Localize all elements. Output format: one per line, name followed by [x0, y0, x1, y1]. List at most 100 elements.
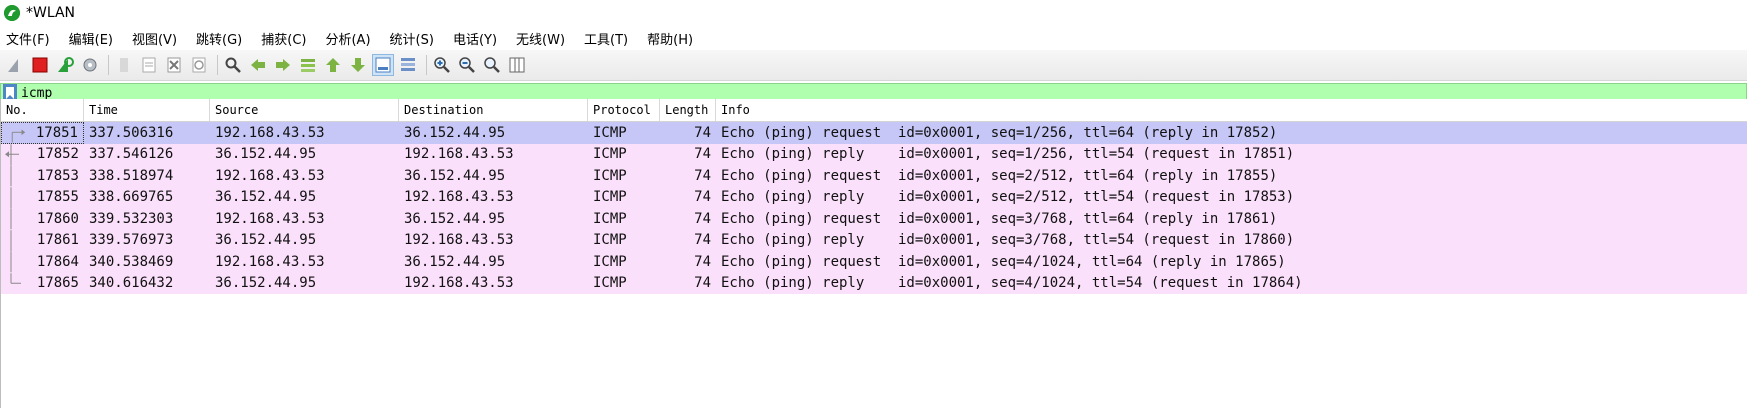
packet-source: 192.168.43.53: [215, 124, 325, 141]
packet-protocol: ICMP: [593, 124, 627, 141]
zoom-out-icon[interactable]: [456, 54, 478, 76]
menu-item-0[interactable]: 文件(F): [4, 27, 52, 50]
packet-protocol: ICMP: [593, 275, 627, 292]
column-header-time[interactable]: Time: [84, 99, 210, 121]
packet-row[interactable]: 17861 339.576973 36.152.44.95 192.168.43.53…: [1, 229, 1747, 251]
stop-capture-icon[interactable]: [29, 54, 51, 76]
normal-size-icon[interactable]: [481, 54, 503, 76]
menu-item-7[interactable]: 电话(Y): [451, 27, 499, 50]
packet-source: 192.168.43.53: [215, 210, 325, 227]
packet-list-rows: 17851 337.506316 192.168.43.53 36.152.44.95…: [1, 122, 1747, 294]
packet-number-text: 17861: [36, 232, 79, 249]
packet-row[interactable]: 17865 340.616432 36.152.44.95 192.168.43.53…: [1, 272, 1747, 295]
menu-item-1[interactable]: 编辑(E): [67, 27, 115, 50]
packet-protocol: ICMP: [593, 167, 627, 184]
capture-options-icon[interactable]: [79, 54, 101, 76]
close-file-icon[interactable]: [163, 54, 185, 76]
packet-time: 340.616432: [89, 275, 174, 292]
packet-info: Echo (ping) request id=0x0001, seq=2/512…: [721, 167, 1278, 184]
packet-destination: 36.152.44.95: [404, 124, 506, 141]
autoscroll-icon[interactable]: [372, 54, 394, 76]
packet-list[interactable]: No. Time Source Destination Protocol Length In…: [0, 99, 1747, 408]
packet-number: 17860: [1, 208, 84, 230]
packet-source: 36.152.44.95: [215, 146, 317, 163]
packet-length: 74: [694, 210, 711, 227]
column-header-destination[interactable]: Destination: [399, 99, 588, 121]
window-title: *WLAN: [26, 5, 76, 21]
column-header-protocol[interactable]: Protocol: [588, 99, 660, 121]
packet-time: 337.506316: [89, 124, 174, 141]
packet-info: Echo (ping) request id=0x0001, seq=1/256…: [721, 124, 1278, 141]
colorize-icon[interactable]: [397, 54, 419, 76]
main-toolbar: [0, 50, 1747, 81]
packet-destination: 192.168.43.53: [404, 146, 514, 163]
column-header-no[interactable]: No.: [1, 99, 84, 121]
resize-columns-icon[interactable]: [506, 54, 528, 76]
packet-destination: 192.168.43.53: [404, 275, 514, 292]
restart-capture-icon[interactable]: [54, 54, 76, 76]
packet-length: 74: [694, 167, 711, 184]
packet-source: 192.168.43.53: [215, 253, 325, 270]
packet-number: 17865: [1, 272, 84, 295]
zoom-in-icon[interactable]: [431, 54, 453, 76]
packet-row[interactable]: 17852 337.546126 36.152.44.95 192.168.43.53…: [1, 143, 1747, 166]
menu-item-6[interactable]: 统计(S): [388, 27, 436, 50]
menu-item-9[interactable]: 工具(T): [582, 27, 630, 50]
column-header-info[interactable]: Info: [716, 99, 1747, 121]
packet-source: 36.152.44.95: [215, 232, 317, 249]
packet-length: 74: [694, 232, 711, 249]
packet-time: 339.532303: [89, 210, 174, 227]
packet-protocol: ICMP: [593, 146, 627, 163]
packet-number: 17853: [1, 165, 84, 187]
save-file-icon[interactable]: [138, 54, 160, 76]
toolbar-separator: [426, 55, 427, 75]
packet-number-text: 17860: [36, 210, 79, 227]
related-packet-marker-icon: [10, 229, 12, 251]
packet-number-text: 17865: [36, 275, 79, 292]
shark-fin-start-icon[interactable]: [4, 54, 26, 76]
packet-number-text: 17864: [36, 253, 79, 270]
packet-info: Echo (ping) reply id=0x0001, seq=4/1024,…: [721, 275, 1303, 292]
toolbar-separator: [217, 55, 218, 75]
related-packet-marker-icon: [10, 272, 21, 284]
column-header-length[interactable]: Length: [660, 99, 716, 121]
packet-length: 74: [694, 253, 711, 270]
packet-row[interactable]: 17860 339.532303 192.168.43.53 36.152.44.95…: [1, 208, 1747, 230]
packet-info: Echo (ping) reply id=0x0001, seq=1/256, …: [721, 146, 1295, 163]
packet-destination: 192.168.43.53: [404, 189, 514, 206]
menu-bar: 文件(F) 编辑(E) 视图(V) 跳转(G) 捕获(C) 分析(A) 统计(S) 电话(Y)…: [0, 26, 1747, 50]
packet-number-text: 17852: [36, 146, 79, 163]
menu-item-10[interactable]: 帮助(H): [645, 27, 695, 50]
related-packet-marker-icon: [5, 143, 19, 165]
packet-source: 192.168.43.53: [215, 167, 325, 184]
menu-item-4[interactable]: 捕获(C): [259, 27, 308, 50]
menu-item-8[interactable]: 无线(W): [514, 27, 567, 50]
go-forward-icon[interactable]: [272, 54, 294, 76]
go-first-icon[interactable]: [322, 54, 344, 76]
packet-row[interactable]: 17851 337.506316 192.168.43.53 36.152.44.95…: [1, 122, 1747, 144]
packet-protocol: ICMP: [593, 232, 627, 249]
menu-item-2[interactable]: 视图(V): [130, 27, 179, 50]
open-file-icon[interactable]: [113, 54, 135, 76]
packet-row[interactable]: 17853 338.518974 192.168.43.53 36.152.44.95…: [1, 165, 1747, 187]
menu-item-5[interactable]: 分析(A): [323, 27, 372, 50]
related-packet-marker-icon: [10, 208, 12, 230]
go-last-icon[interactable]: [347, 54, 369, 76]
packet-list-header: No. Time Source Destination Protocol Length In…: [1, 99, 1747, 122]
packet-info: Echo (ping) request id=0x0001, seq=3/768…: [721, 210, 1278, 227]
column-header-source[interactable]: Source: [210, 99, 399, 121]
packet-protocol: ICMP: [593, 189, 627, 206]
packet-number: 17852: [1, 143, 84, 166]
menu-item-3[interactable]: 跳转(G): [194, 27, 244, 50]
packet-info: Echo (ping) request id=0x0001, seq=4/102…: [721, 253, 1286, 270]
packet-info: Echo (ping) reply id=0x0001, seq=3/768, …: [721, 232, 1295, 249]
packet-number: 17864: [1, 251, 84, 273]
packet-row[interactable]: 17855 338.669765 36.152.44.95 192.168.43.53…: [1, 186, 1747, 208]
go-back-icon[interactable]: [247, 54, 269, 76]
find-packet-icon[interactable]: [222, 54, 244, 76]
go-to-packet-icon[interactable]: [297, 54, 319, 76]
packet-row[interactable]: 17864 340.538469 192.168.43.53 36.152.44.95…: [1, 251, 1747, 273]
reload-file-icon[interactable]: [188, 54, 210, 76]
packet-number-text: 17855: [36, 189, 79, 206]
packet-destination: 192.168.43.53: [404, 232, 514, 249]
